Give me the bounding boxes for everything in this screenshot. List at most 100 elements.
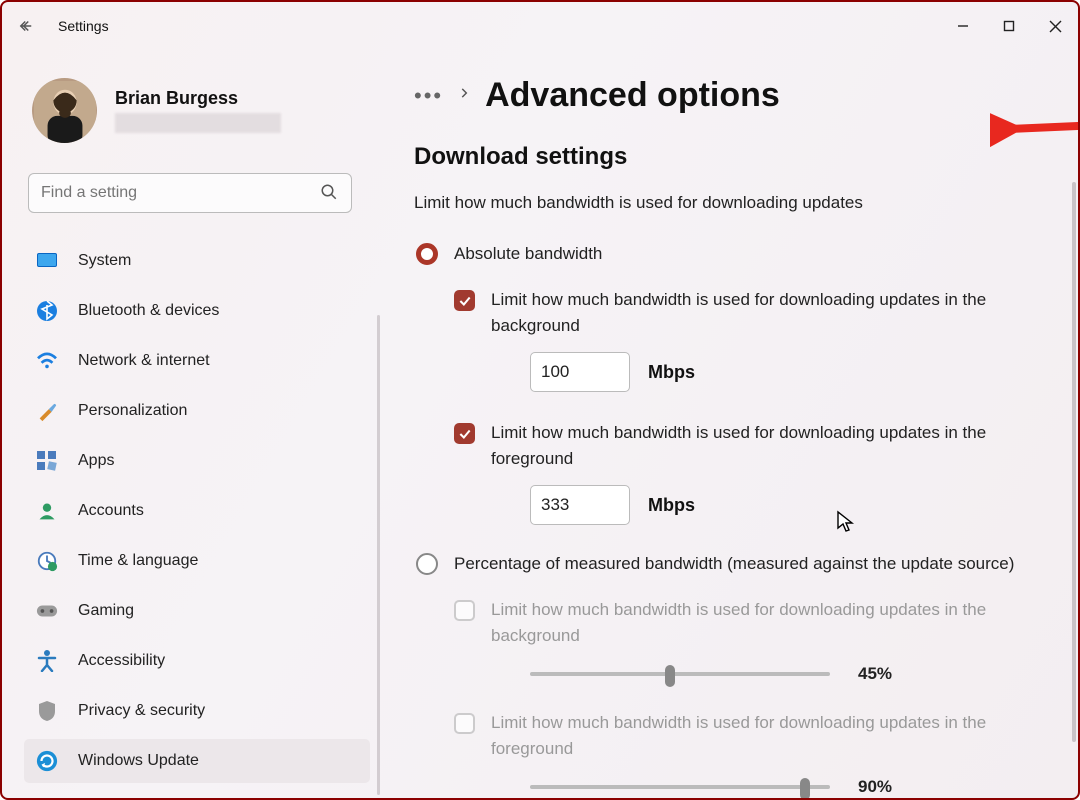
update-icon xyxy=(36,750,58,772)
display-icon xyxy=(36,250,58,272)
slider-value: 90% xyxy=(858,777,892,797)
sidebar-item-windows-update[interactable]: Windows Update xyxy=(24,739,370,783)
window-controls xyxy=(940,6,1078,46)
foreground-pct-slider xyxy=(530,775,830,798)
shield-icon xyxy=(36,700,58,722)
avatar-image xyxy=(34,81,96,143)
sidebar-item-label: Accounts xyxy=(78,502,144,520)
close-icon xyxy=(1049,20,1062,33)
titlebar: Settings xyxy=(2,2,1078,50)
titlebar-left: Settings xyxy=(14,14,109,38)
arrow-left-icon xyxy=(17,17,35,35)
user-email-hidden xyxy=(115,113,281,133)
radio-label: Percentage of measured bandwidth (measur… xyxy=(454,554,1014,574)
sidebar-item-network[interactable]: Network & internet xyxy=(24,339,370,383)
checkbox-label: Limit how much bandwidth is used for dow… xyxy=(491,287,1031,338)
sidebar-item-personalization[interactable]: Personalization xyxy=(24,389,370,433)
slider-row-background: 45% xyxy=(530,662,1060,686)
paintbrush-icon xyxy=(36,400,58,422)
checkbox-disabled-icon xyxy=(454,600,475,621)
minimize-button[interactable] xyxy=(940,6,986,46)
settings-window: Settings xyxy=(0,0,1080,800)
radio-label: Absolute bandwidth xyxy=(454,244,602,264)
slider-thumb xyxy=(665,665,675,687)
search-icon xyxy=(320,183,338,206)
sidebar-item-time-language[interactable]: Time & language xyxy=(24,539,370,583)
sidebar-item-system[interactable]: System xyxy=(24,239,370,283)
checkbox-pct-background: Limit how much bandwidth is used for dow… xyxy=(454,597,1060,648)
person-icon xyxy=(36,500,58,522)
checkbox-checked-icon xyxy=(454,290,475,311)
slider-thumb xyxy=(800,778,810,798)
sidebar-item-label: Time & language xyxy=(78,552,198,570)
sidebar-item-accessibility[interactable]: Accessibility xyxy=(24,639,370,683)
nav-list: System Bluetooth & devices Network & int… xyxy=(24,239,370,789)
sidebar-item-gaming[interactable]: Gaming xyxy=(24,589,370,633)
slider-track xyxy=(530,672,830,676)
input-row-foreground: Mbps xyxy=(530,485,1060,525)
sidebar-item-label: Network & internet xyxy=(78,352,210,370)
profile-text: Brian Burgess xyxy=(115,88,281,133)
sidebar-item-privacy[interactable]: Privacy & security xyxy=(24,689,370,733)
checkbox-limit-foreground[interactable]: Limit how much bandwidth is used for dow… xyxy=(454,420,1060,471)
input-row-background: Mbps xyxy=(530,352,1060,392)
sidebar-item-bluetooth[interactable]: Bluetooth & devices xyxy=(24,289,370,333)
section-desc: Limit how much bandwidth is used for dow… xyxy=(414,193,1060,213)
maximize-button[interactable] xyxy=(986,6,1032,46)
user-name: Brian Burgess xyxy=(115,88,281,109)
absolute-options: Limit how much bandwidth is used for dow… xyxy=(454,287,1060,525)
sidebar-item-accounts[interactable]: Accounts xyxy=(24,489,370,533)
background-limit-input[interactable] xyxy=(530,352,630,392)
app-title: Settings xyxy=(58,18,109,34)
breadcrumb-ellipsis-button[interactable]: ••• xyxy=(414,83,443,109)
minimize-icon xyxy=(957,20,969,32)
foreground-limit-input[interactable] xyxy=(530,485,630,525)
slider-value: 45% xyxy=(858,664,892,684)
profile[interactable]: Brian Burgess xyxy=(24,68,370,163)
wifi-icon xyxy=(36,350,58,372)
avatar xyxy=(32,78,97,143)
slider-track xyxy=(530,785,830,789)
content-pane: ••• Advanced options Download settings L… xyxy=(380,50,1078,798)
clock-globe-icon xyxy=(36,550,58,572)
sidebar-item-label: Personalization xyxy=(78,402,187,420)
sidebar-item-label: Windows Update xyxy=(78,752,199,770)
maximize-icon xyxy=(1003,20,1015,32)
chevron-right-icon xyxy=(457,86,471,105)
background-pct-slider xyxy=(530,662,830,686)
content-scrollbar[interactable] xyxy=(1072,182,1076,742)
checkbox-label: Limit how much bandwidth is used for dow… xyxy=(491,710,1031,761)
sidebar-item-label: Accessibility xyxy=(78,652,165,670)
sidebar-item-label: System xyxy=(78,252,131,270)
sidebar: Brian Burgess System Bluetooth & devices xyxy=(2,50,380,798)
gamepad-icon xyxy=(36,600,58,622)
checkbox-disabled-icon xyxy=(454,713,475,734)
sidebar-item-apps[interactable]: Apps xyxy=(24,439,370,483)
unit-label: Mbps xyxy=(648,495,695,516)
checkbox-checked-icon xyxy=(454,423,475,444)
section-title: Download settings xyxy=(414,143,1060,171)
checkbox-limit-background[interactable]: Limit how much bandwidth is used for dow… xyxy=(454,287,1060,338)
radio-absolute-bandwidth[interactable]: Absolute bandwidth xyxy=(416,243,1060,265)
radio-checked-icon xyxy=(416,243,438,265)
radio-percentage-bandwidth[interactable]: Percentage of measured bandwidth (measur… xyxy=(416,553,1060,575)
sidebar-item-label: Gaming xyxy=(78,602,134,620)
percentage-options: Limit how much bandwidth is used for dow… xyxy=(454,597,1060,798)
page-title: Advanced options xyxy=(485,76,780,115)
checkbox-label: Limit how much bandwidth is used for dow… xyxy=(491,597,1031,648)
sidebar-item-label: Apps xyxy=(78,452,114,470)
slider-row-foreground: 90% xyxy=(530,775,1060,798)
body: Brian Burgess System Bluetooth & devices xyxy=(2,50,1078,798)
bluetooth-icon xyxy=(36,300,58,322)
sidebar-item-label: Bluetooth & devices xyxy=(78,302,219,320)
unit-label: Mbps xyxy=(648,362,695,383)
close-button[interactable] xyxy=(1032,6,1078,46)
checkbox-pct-foreground: Limit how much bandwidth is used for dow… xyxy=(454,710,1060,761)
apps-icon xyxy=(36,450,58,472)
checkbox-label: Limit how much bandwidth is used for dow… xyxy=(491,420,1031,471)
search-wrap xyxy=(28,173,352,213)
accessibility-icon xyxy=(36,650,58,672)
back-button[interactable] xyxy=(14,14,38,38)
search-input[interactable] xyxy=(28,173,352,213)
breadcrumb: ••• Advanced options xyxy=(414,76,1060,115)
